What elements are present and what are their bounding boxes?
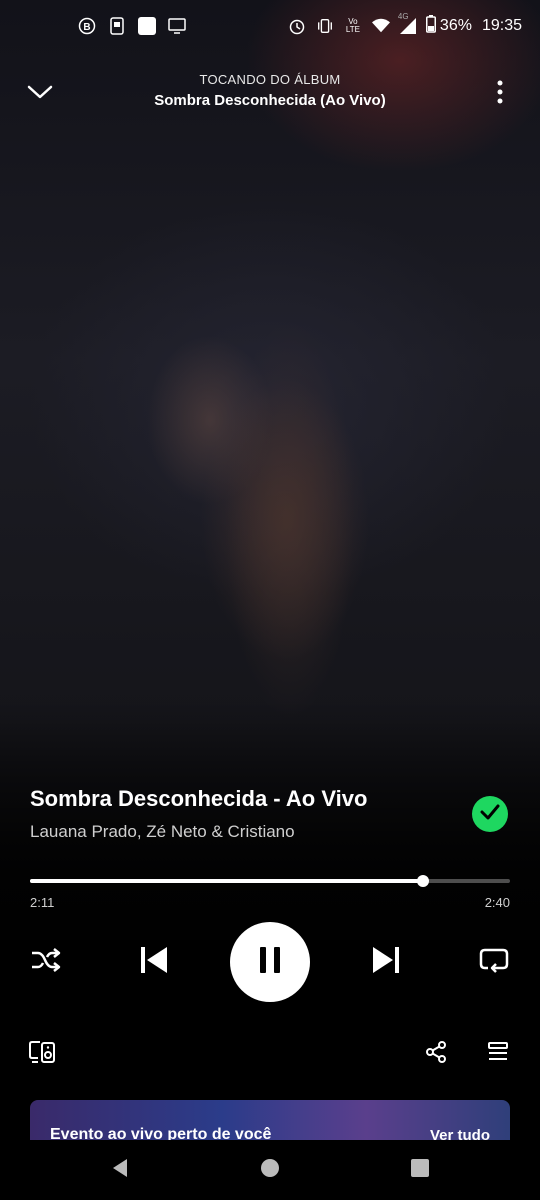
next-button[interactable] <box>366 942 406 982</box>
signal-icon: 4G <box>398 12 416 34</box>
checkmark-icon <box>480 804 500 825</box>
progress-handle[interactable] <box>417 875 430 887</box>
track-title[interactable]: Sombra Desconhecida - Ao Vivo <box>30 786 450 812</box>
vibrate-icon <box>316 17 334 35</box>
previous-icon <box>139 945 169 980</box>
next-icon <box>371 945 401 980</box>
b-badge-icon: B <box>78 17 96 35</box>
square-icon <box>138 17 156 35</box>
status-bar: B Vo LTE 4G 36% 19:35 <box>0 0 540 52</box>
clock: 19:35 <box>481 17 522 34</box>
network-label: 4G <box>397 12 409 21</box>
home-circle-icon <box>260 1158 280 1183</box>
home-button[interactable] <box>258 1158 282 1182</box>
previous-button[interactable] <box>134 942 174 982</box>
total-duration: 2:40 <box>484 895 510 910</box>
collapse-button[interactable] <box>20 74 60 114</box>
more-vertical-icon <box>497 80 503 109</box>
chevron-down-icon <box>27 84 53 105</box>
context-name: Sombra Desconhecida (Ao Vivo) <box>154 92 386 109</box>
recents-button[interactable] <box>408 1158 432 1182</box>
banner-title: Evento ao vivo perto de você <box>50 1126 272 1140</box>
svg-text:B: B <box>83 22 90 33</box>
elapsed-time: 2:11 <box>30 895 55 910</box>
queue-button[interactable] <box>482 1038 514 1070</box>
pause-icon <box>258 946 282 979</box>
more-options-button[interactable] <box>480 74 520 114</box>
battery-icon <box>425 14 436 38</box>
context-label: TOCANDO DO ÁLBUM <box>199 72 341 87</box>
track-info: Sombra Desconhecida - Ao Vivo Lauana Pra… <box>30 786 450 842</box>
progress-bar[interactable] <box>30 875 510 887</box>
live-event-banner[interactable]: Evento ao vivo perto de você Ver tudo <box>30 1100 510 1140</box>
shuffle-icon <box>30 947 62 978</box>
share-icon <box>424 1040 448 1069</box>
system-navigation-bar <box>0 1140 540 1200</box>
queue-icon <box>487 1041 509 1068</box>
app-icon <box>108 17 126 35</box>
back-button[interactable] <box>108 1158 132 1182</box>
track-artists[interactable]: Lauana Prado, Zé Neto & Cristiano <box>30 822 450 842</box>
cast-screen-icon <box>168 17 186 35</box>
wifi-icon <box>371 17 390 35</box>
shuffle-button[interactable] <box>26 944 66 980</box>
liked-button[interactable] <box>472 796 508 832</box>
progress-fill <box>30 879 424 883</box>
repeat-icon <box>479 946 509 979</box>
back-triangle-icon <box>111 1158 129 1183</box>
pause-button[interactable] <box>230 922 310 1002</box>
lte-label: Vo LTE <box>345 17 360 34</box>
devices-button[interactable] <box>26 1038 58 1070</box>
repeat-button[interactable] <box>474 944 514 980</box>
share-button[interactable] <box>420 1038 452 1070</box>
artwork-performer <box>225 320 355 720</box>
volte-icon: Vo LTE <box>344 17 362 35</box>
alarm-icon <box>288 17 306 35</box>
battery-percent: 36% <box>439 17 472 34</box>
player-header: TOCANDO DO ÁLBUM Sombra Desconhecida (Ao… <box>0 66 540 126</box>
see-all-link[interactable]: Ver tudo <box>430 1127 490 1140</box>
devices-icon <box>28 1040 56 1069</box>
playing-context[interactable]: TOCANDO DO ÁLBUM Sombra Desconhecida (Ao… <box>90 72 450 109</box>
recents-square-icon <box>411 1158 429 1182</box>
